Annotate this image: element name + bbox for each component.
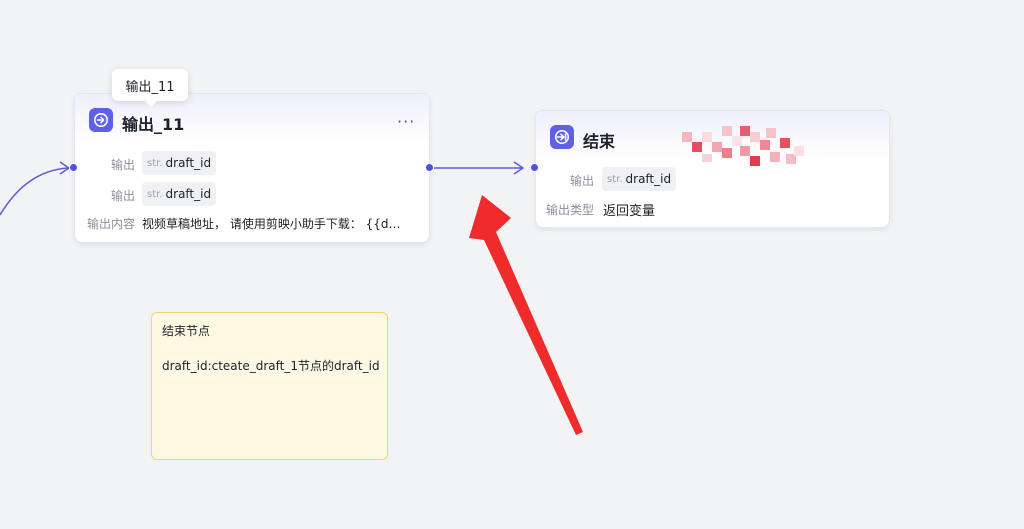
output-content-value: 视频草稿地址， 请使用剪映小助手下载： {{dra··· bbox=[142, 217, 404, 231]
end-node-input-port[interactable] bbox=[530, 163, 539, 172]
red-arrow-annotation bbox=[469, 195, 583, 435]
note-title: 结束节点 bbox=[162, 324, 211, 338]
node-title-tooltip: 输出_11 bbox=[112, 69, 188, 101]
sticky-note[interactable]: 结束节点 draft_id:cteate_draft_1节点的draft_id bbox=[151, 312, 388, 460]
output-row-label: 输出 bbox=[110, 189, 135, 203]
output-node-output-port[interactable] bbox=[425, 163, 434, 172]
end-node-icon bbox=[550, 125, 574, 149]
note-body: draft_id:cteate_draft_1节点的draft_id bbox=[162, 359, 380, 373]
output-node-icon bbox=[89, 108, 113, 132]
output-variable-chip: str. draft_id bbox=[142, 151, 217, 175]
incoming-edge bbox=[0, 167, 69, 216]
end-node-title[interactable]: 结束 bbox=[583, 128, 615, 152]
variable-name: draft_id bbox=[165, 187, 212, 201]
tooltip-arrow bbox=[144, 100, 158, 107]
variable-name: draft_id bbox=[625, 172, 672, 186]
output-row-label: 输出 bbox=[110, 158, 135, 172]
output-content-label: 输出内容 bbox=[86, 217, 135, 231]
workflow-canvas[interactable]: 输出_11 ··· 输出 str. draft_id 输出 str. draft… bbox=[0, 0, 1024, 529]
end-variable-chip: str. draft_id bbox=[602, 167, 677, 191]
end-output-label: 输出 bbox=[569, 174, 594, 188]
type-badge: str. bbox=[147, 188, 163, 200]
pixelated-redaction bbox=[682, 126, 806, 172]
type-badge: str. bbox=[147, 157, 163, 169]
end-type-value: 返回变量 bbox=[603, 204, 656, 219]
more-icon[interactable]: ··· bbox=[397, 112, 415, 131]
type-badge: str. bbox=[607, 173, 623, 185]
output-node[interactable]: 输出_11 ··· 输出 str. draft_id 输出 str. draft… bbox=[74, 93, 430, 243]
output-node-title[interactable]: 输出_11 bbox=[122, 111, 184, 135]
end-type-label: 输出类型 bbox=[545, 203, 594, 217]
variable-name: draft_id bbox=[165, 156, 212, 170]
output-variable-chip: str. draft_id bbox=[142, 182, 217, 206]
output-node-input-port[interactable] bbox=[69, 163, 78, 172]
